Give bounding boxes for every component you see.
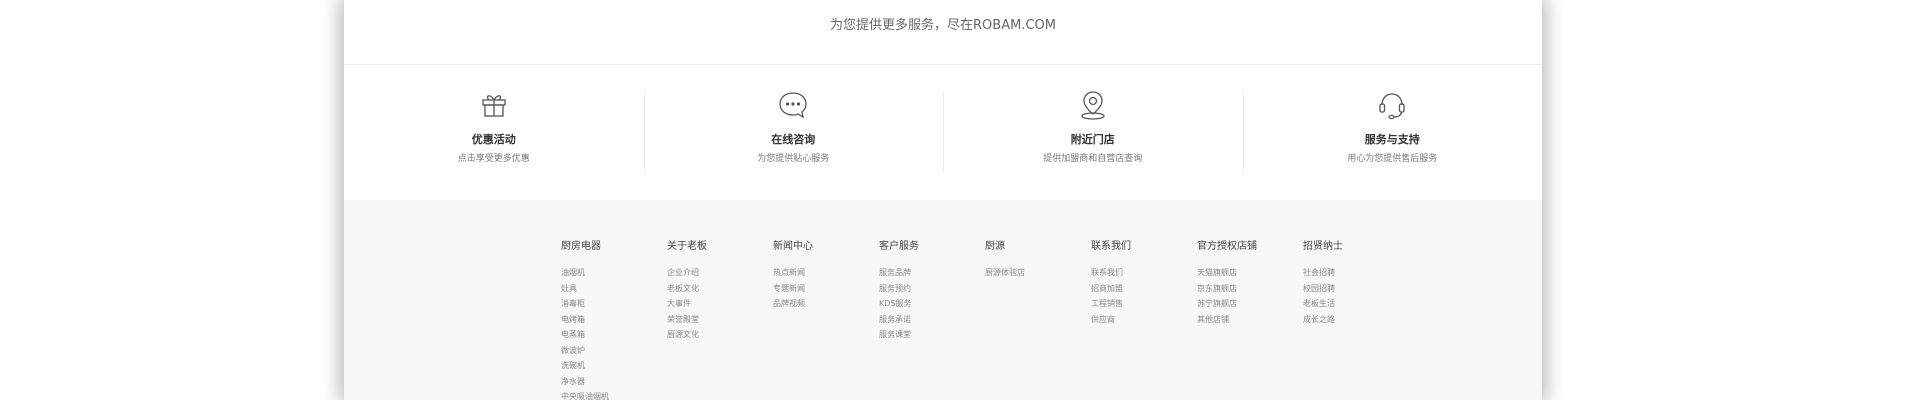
footer-link[interactable]: 供应商 bbox=[1091, 312, 1197, 328]
service-promotions[interactable]: 优惠活动 点击享受更多优惠 bbox=[344, 65, 644, 200]
service-online-consult[interactable]: 在线咨询 为您提供贴心服务 bbox=[643, 65, 944, 200]
footer-link[interactable]: 灶具 bbox=[561, 281, 667, 297]
headset-icon bbox=[1379, 93, 1405, 120]
footer-link[interactable]: 厨源体验店 bbox=[985, 265, 1091, 281]
footer-col-title[interactable]: 新闻中心 bbox=[773, 237, 879, 252]
footer-columns: 厨房电器 油烟机 灶具 消毒柜 电烤箱 电蒸箱 微波炉 洗碗机 净水器 中央吸油… bbox=[561, 237, 1409, 400]
footer-link[interactable]: 老板文化 bbox=[667, 281, 773, 297]
footer-link[interactable]: 企业介绍 bbox=[667, 265, 773, 281]
location-pin-icon bbox=[1081, 91, 1105, 120]
footer-link[interactable]: KDS服务 bbox=[879, 296, 985, 312]
service-title: 在线咨询 bbox=[771, 133, 816, 146]
gift-icon bbox=[482, 95, 506, 117]
footer-link[interactable]: 苏宁旗舰店 bbox=[1197, 296, 1303, 312]
footer-col-title[interactable]: 官方授权店铺 bbox=[1197, 237, 1303, 252]
footer-link[interactable]: 服务品牌 bbox=[879, 265, 985, 281]
footer-link[interactable]: 微波炉 bbox=[561, 343, 667, 359]
footer-col-about: 关于老板 企业介绍 老板文化 大事件 荣誉殿堂 厨源文化 bbox=[667, 237, 773, 400]
footer-col-title[interactable]: 厨房电器 bbox=[561, 237, 667, 252]
footer-link[interactable]: 热点新闻 bbox=[773, 265, 879, 281]
footer-link[interactable]: 工程销售 bbox=[1091, 296, 1197, 312]
service-desc: 提供加盟商和自营店查询 bbox=[1043, 154, 1143, 164]
footer-link[interactable]: 成长之路 bbox=[1303, 312, 1409, 328]
footer-link[interactable]: 荣誉殿堂 bbox=[667, 312, 773, 328]
footer-link[interactable]: 中央吸油烟机 bbox=[561, 389, 667, 400]
chat-bubble-icon bbox=[779, 92, 807, 119]
footer-link[interactable]: 电烤箱 bbox=[561, 312, 667, 328]
footer-link[interactable]: 洗碗机 bbox=[561, 358, 667, 374]
services-row: 优惠活动 点击享受更多优惠 在线咨询 为您提供贴心服务 附近门店 提供加盟商和自… bbox=[344, 65, 1542, 200]
slogan-bar: 为您提供更多服务，尽在ROBAM.COM bbox=[344, 0, 1542, 65]
footer-link[interactable]: 联系我们 bbox=[1091, 265, 1197, 281]
footer-link[interactable]: 电蒸箱 bbox=[561, 327, 667, 343]
service-desc: 用心为您提供售后服务 bbox=[1347, 154, 1438, 164]
page: 为您提供更多服务，尽在ROBAM.COM 优惠活动 点击享受更多优惠 在线咨询 … bbox=[0, 0, 1920, 400]
service-desc: 为您提供贴心服务 bbox=[757, 154, 830, 164]
footer-link[interactable]: 校园招聘 bbox=[1303, 281, 1409, 297]
footer: 厨房电器 油烟机 灶具 消毒柜 电烤箱 电蒸箱 微波炉 洗碗机 净水器 中央吸油… bbox=[344, 200, 1542, 400]
footer-col-official-stores: 官方授权店铺 天猫旗舰店 京东旗舰店 苏宁旗舰店 其他店铺 bbox=[1197, 237, 1303, 400]
service-title: 服务与支持 bbox=[1364, 133, 1420, 146]
service-title: 附近门店 bbox=[1070, 133, 1115, 146]
footer-link[interactable]: 招商加盟 bbox=[1091, 281, 1197, 297]
footer-link[interactable]: 专题新闻 bbox=[773, 281, 879, 297]
slogan-text: 为您提供更多服务，尽在ROBAM.COM bbox=[830, 18, 1056, 33]
main-container: 为您提供更多服务，尽在ROBAM.COM 优惠活动 点击享受更多优惠 在线咨询 … bbox=[344, 0, 1542, 400]
footer-link[interactable]: 厨源文化 bbox=[667, 327, 773, 343]
footer-col-title[interactable]: 厨源 bbox=[985, 237, 1091, 252]
footer-link[interactable]: 消毒柜 bbox=[561, 296, 667, 312]
footer-link[interactable]: 大事件 bbox=[667, 296, 773, 312]
footer-col-careers: 招贤纳士 社会招聘 校园招聘 老板生活 成长之路 bbox=[1303, 237, 1409, 400]
footer-link[interactable]: 油烟机 bbox=[561, 265, 667, 281]
footer-link[interactable]: 其他店铺 bbox=[1197, 312, 1303, 328]
footer-link[interactable]: 服务预约 bbox=[879, 281, 985, 297]
service-desc: 点击享受更多优惠 bbox=[457, 154, 530, 164]
footer-link[interactable]: 服务承诺 bbox=[879, 312, 985, 328]
service-support[interactable]: 服务与支持 用心为您提供售后服务 bbox=[1242, 65, 1543, 200]
service-nearby-stores[interactable]: 附近门店 提供加盟商和自营店查询 bbox=[943, 65, 1243, 200]
footer-col-chuyuan: 厨源 厨源体验店 bbox=[985, 237, 1091, 400]
service-title: 优惠活动 bbox=[471, 133, 516, 146]
footer-link[interactable]: 京东旗舰店 bbox=[1197, 281, 1303, 297]
footer-col-contact: 联系我们 联系我们 招商加盟 工程销售 供应商 bbox=[1091, 237, 1197, 400]
footer-col-news: 新闻中心 热点新闻 专题新闻 品牌视频 bbox=[773, 237, 879, 400]
footer-col-kitchen-appliances: 厨房电器 油烟机 灶具 消毒柜 电烤箱 电蒸箱 微波炉 洗碗机 净水器 中央吸油… bbox=[561, 237, 667, 400]
footer-link[interactable]: 社会招聘 bbox=[1303, 265, 1409, 281]
footer-link[interactable]: 天猫旗舰店 bbox=[1197, 265, 1303, 281]
footer-link[interactable]: 净水器 bbox=[561, 374, 667, 390]
footer-link[interactable]: 品牌视频 bbox=[773, 296, 879, 312]
footer-col-title[interactable]: 关于老板 bbox=[667, 237, 773, 252]
footer-col-title[interactable]: 客户服务 bbox=[879, 237, 985, 252]
footer-link[interactable]: 老板生活 bbox=[1303, 296, 1409, 312]
footer-link[interactable]: 服务课堂 bbox=[879, 327, 985, 343]
footer-col-customer-service: 客户服务 服务品牌 服务预约 KDS服务 服务承诺 服务课堂 bbox=[879, 237, 985, 400]
footer-col-title[interactable]: 招贤纳士 bbox=[1303, 237, 1409, 252]
footer-col-title[interactable]: 联系我们 bbox=[1091, 237, 1197, 252]
